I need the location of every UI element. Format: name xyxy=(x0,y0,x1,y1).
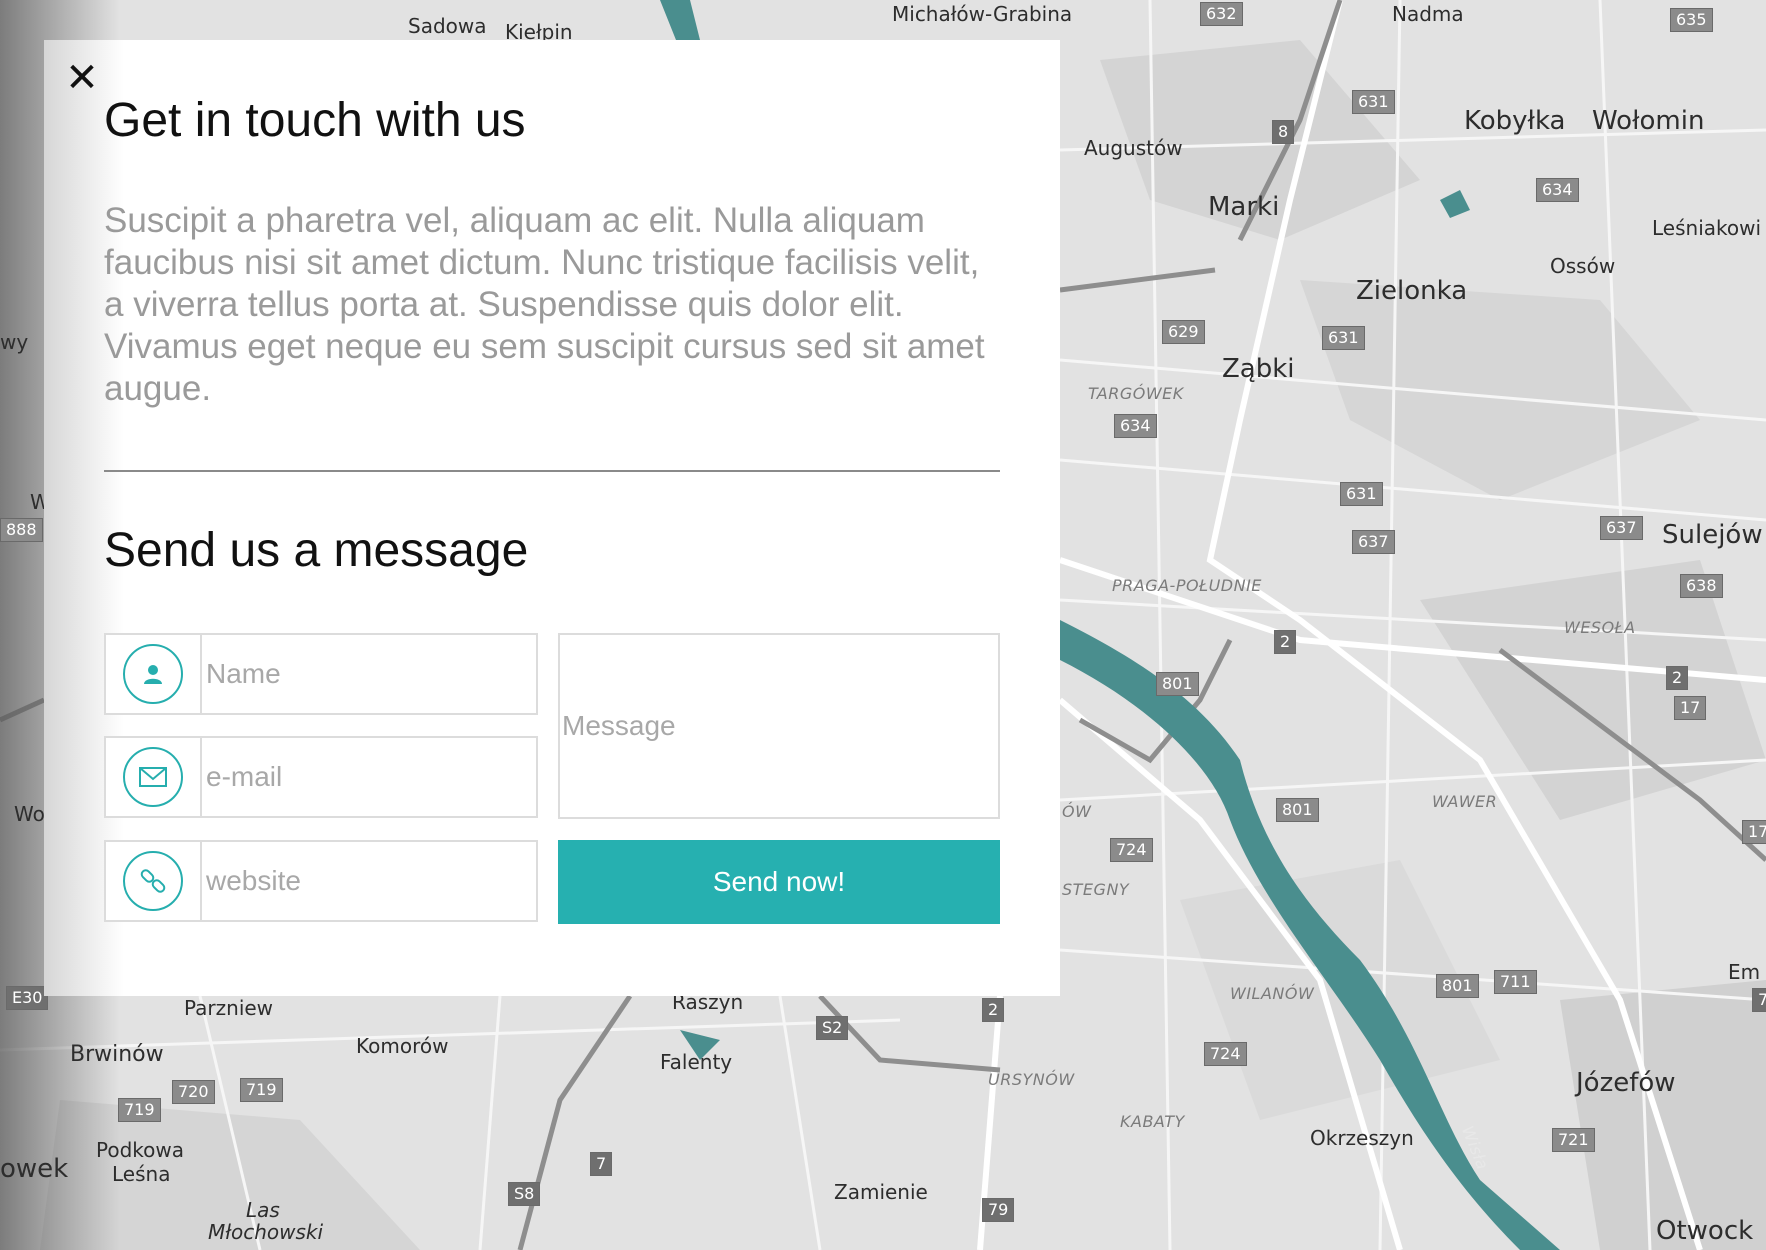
road-shield: 888 xyxy=(0,518,43,542)
place-label: Augustów xyxy=(1084,136,1183,160)
name-field[interactable]: Name xyxy=(104,633,538,715)
place-label: owek xyxy=(0,1154,69,1184)
close-icon[interactable]: ✕ xyxy=(64,58,100,98)
place-label: Falenty xyxy=(660,1050,733,1074)
website-icon-box xyxy=(106,842,202,920)
road-shield: 724 xyxy=(1110,838,1153,862)
link-icon xyxy=(123,851,183,911)
road-shield: 7 xyxy=(590,1152,613,1176)
road-shield: 634 xyxy=(1114,414,1157,438)
district-label: WAWER xyxy=(1432,792,1498,811)
website-input[interactable]: website xyxy=(202,842,536,920)
place-label: Komorów xyxy=(356,1034,449,1058)
road-shield: 801 xyxy=(1436,974,1479,998)
road-shield: 711 xyxy=(1494,970,1537,994)
road-shield: 631 xyxy=(1352,90,1395,114)
road-shield: 635 xyxy=(1670,8,1713,32)
place-label: Las xyxy=(246,1198,280,1222)
place-label: Wołomin xyxy=(1592,106,1705,136)
district-label: WESOŁA xyxy=(1564,618,1636,637)
divider xyxy=(104,470,1000,472)
road-shield: 721 xyxy=(1552,1128,1595,1152)
place-label: Młochowski xyxy=(208,1220,324,1244)
road-shield: 637 xyxy=(1352,530,1395,554)
place-label: Sulejów xyxy=(1662,520,1763,550)
contact-modal: ✕ Get in touch with us Suscipit a pharet… xyxy=(44,40,1060,996)
message-textarea[interactable]: Message xyxy=(558,633,1000,819)
envelope-icon xyxy=(123,747,183,807)
road-shield: 632 xyxy=(1200,2,1243,26)
place-label: Leśna xyxy=(112,1162,171,1186)
place-label: Kobyłka xyxy=(1464,106,1566,136)
place-label: Nadma xyxy=(1392,2,1464,26)
name-icon-box xyxy=(106,635,202,713)
district-label: ÓW xyxy=(1062,802,1092,821)
place-label: Parzniew xyxy=(184,996,274,1020)
road-shield: S2 xyxy=(816,1016,849,1040)
place-label: Ossów xyxy=(1550,254,1616,278)
road-shield: 720 xyxy=(172,1080,215,1104)
district-label: TARGÓWEK xyxy=(1088,384,1184,403)
road-shield: 2 xyxy=(982,998,1005,1022)
place-label: Józefów xyxy=(1576,1068,1676,1098)
road-shield: 17 xyxy=(1674,696,1707,720)
road-shield: 631 xyxy=(1322,326,1365,350)
email-field[interactable]: e-mail xyxy=(104,736,538,818)
place-label: Kiełpin xyxy=(505,20,573,44)
place-label: Leśniakowi xyxy=(1652,216,1762,240)
road-shield: 79 xyxy=(982,1198,1015,1222)
road-shield: 634 xyxy=(1536,178,1579,202)
road-shield: 637 xyxy=(1600,516,1643,540)
email-input[interactable]: e-mail xyxy=(202,738,536,816)
user-icon xyxy=(123,644,183,704)
road-shield: 631 xyxy=(1340,482,1383,506)
road-shield: 638 xyxy=(1680,574,1723,598)
email-icon-box xyxy=(106,738,202,816)
form-title: Send us a message xyxy=(104,524,529,577)
road-shield: 801 xyxy=(1276,798,1319,822)
website-field[interactable]: website xyxy=(104,840,538,922)
road-shield: 719 xyxy=(118,1098,161,1122)
district-label: PRAGA-POŁUDNIE xyxy=(1112,576,1262,595)
road-shield: S8 xyxy=(508,1182,541,1206)
place-label: Podkowa xyxy=(96,1138,184,1162)
place-label: wy xyxy=(0,330,29,354)
road-shield: E30 xyxy=(6,986,49,1010)
place-label: Sadowa xyxy=(408,14,487,38)
road-shield: 801 xyxy=(1156,672,1199,696)
place-label: Otwock xyxy=(1656,1216,1754,1246)
district-label: KABATY xyxy=(1120,1112,1185,1131)
road-shield: 629 xyxy=(1162,320,1205,344)
road-shield: 8 xyxy=(1272,120,1295,144)
place-label: Okrzeszyn xyxy=(1310,1126,1414,1150)
place-label: Wo xyxy=(14,802,45,826)
place-label: Zamienie xyxy=(834,1180,928,1204)
road-shield: 2 xyxy=(1666,666,1689,690)
modal-title: Get in touch with us xyxy=(104,94,526,147)
road-shield: 17 xyxy=(1742,820,1766,844)
place-label: Em xyxy=(1728,960,1761,984)
road-shield: 7 xyxy=(1752,988,1766,1012)
name-input[interactable]: Name xyxy=(202,635,536,713)
send-button[interactable]: Send now! xyxy=(558,840,1000,924)
road-shield: 724 xyxy=(1204,1042,1247,1066)
district-label: WILANÓW xyxy=(1230,984,1315,1003)
place-label: Brwinów xyxy=(70,1042,164,1067)
place-label: Marki xyxy=(1208,192,1280,222)
place-label: Michałów-Grabina xyxy=(892,2,1073,26)
place-label: Zielonka xyxy=(1356,276,1468,306)
road-shield: 2 xyxy=(1274,630,1297,654)
place-label: Ząbki xyxy=(1222,354,1295,384)
district-label: URSYNÓW xyxy=(988,1070,1075,1089)
intro-text: Suscipit a pharetra vel, aliquam ac elit… xyxy=(104,201,985,408)
road-shield: 719 xyxy=(240,1078,283,1102)
district-label: STEGNY xyxy=(1062,880,1130,899)
